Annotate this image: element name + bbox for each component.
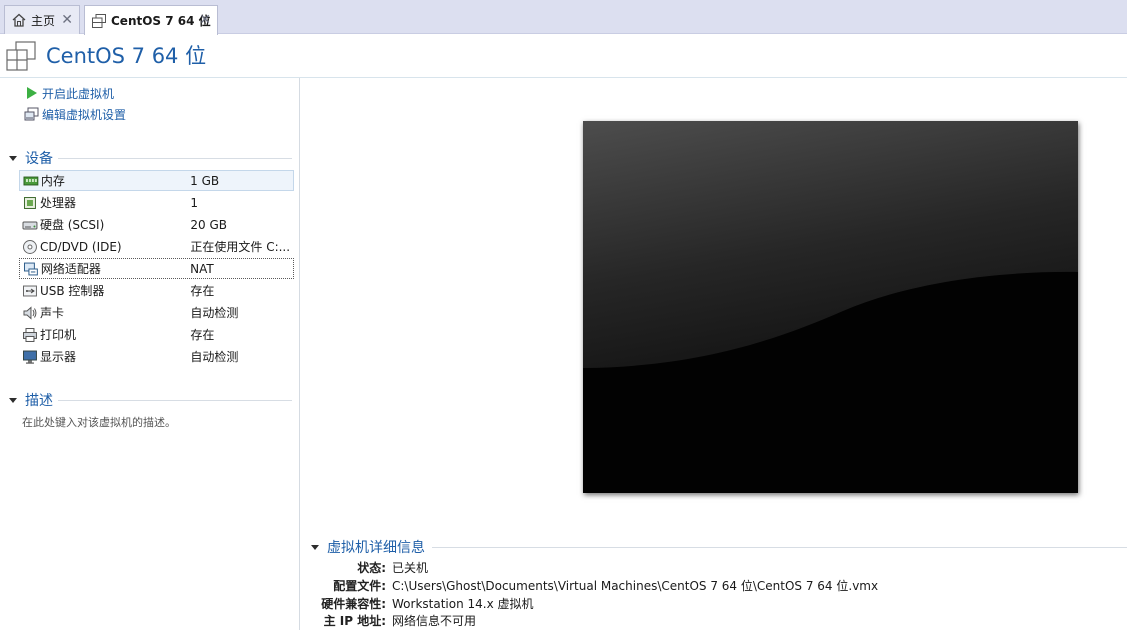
device-name: 网络适配器 <box>40 262 101 276</box>
collapse-triangle-icon <box>9 155 17 161</box>
page-title: CentOS 7 64 位 <box>46 44 207 68</box>
vm-large-icon <box>6 41 36 71</box>
device-value: NAT <box>190 261 214 276</box>
device-name: USB 控制器 <box>39 284 105 298</box>
detail-value: 网络信息不可用 <box>392 613 477 628</box>
detail-row-status: 状态: 已关机 <box>300 558 428 576</box>
cd-dvd-icon <box>22 239 37 254</box>
edit-settings-icon <box>24 107 39 121</box>
collapse-triangle-icon <box>9 397 17 403</box>
tab-bar: 主页 ✕ CentOS 7 64 位 ✕ <box>0 0 1127 35</box>
description-section-toggle[interactable]: 描述 <box>9 390 53 410</box>
usb-icon <box>22 285 37 296</box>
device-row-hard-disk[interactable]: 硬盘 (SCSI) 20 GB <box>19 214 294 235</box>
device-value: 20 GB <box>190 217 227 232</box>
device-name: 打印机 <box>39 328 76 342</box>
detail-row-config-file: 配置文件: C:\Users\Ghost\Documents\Virtual M… <box>300 576 878 594</box>
detail-key: 配置文件: <box>333 578 386 593</box>
home-icon <box>12 13 26 27</box>
device-row-cd-dvd[interactable]: CD/DVD (IDE) 正在使用文件 C:... <box>19 236 294 257</box>
device-value: 存在 <box>190 328 215 342</box>
devices-section-toggle[interactable]: 设备 <box>9 148 53 168</box>
description-input[interactable]: 在此处键入对该虚拟机的描述。 <box>22 414 176 430</box>
device-row-printer[interactable]: 打印机 存在 <box>19 324 294 345</box>
sound-card-icon <box>23 305 37 320</box>
device-name: 处理器 <box>39 196 76 210</box>
device-value: 自动检测 <box>190 306 239 320</box>
detail-value: 已关机 <box>392 560 429 575</box>
details-section-label: 虚拟机详细信息 <box>327 540 425 556</box>
processor-icon <box>23 196 36 209</box>
device-name: CD/DVD (IDE) <box>39 239 122 254</box>
detail-row-hardware-compat: 硬件兼容性: Workstation 14.x 虚拟机 <box>300 594 534 612</box>
detail-key: 状态: <box>357 560 386 575</box>
device-row-display[interactable]: 显示器 自动检测 <box>19 346 294 367</box>
section-divider <box>58 158 292 159</box>
device-name: 内存 <box>40 174 65 188</box>
vm-icon <box>92 13 106 28</box>
close-icon[interactable]: ✕ <box>61 12 73 28</box>
edit-settings-link[interactable]: 编辑虚拟机设置 <box>24 105 126 123</box>
tab-centos-label: CentOS 7 64 位 <box>111 14 211 28</box>
vm-header: CentOS 7 64 位 <box>0 34 1127 78</box>
device-row-usb[interactable]: USB 控制器 存在 <box>19 280 294 301</box>
device-row-network-adapter[interactable]: 网络适配器 NAT <box>19 258 294 279</box>
section-divider <box>432 547 1127 548</box>
device-value: 1 GB <box>190 173 220 188</box>
detail-row-ip-address: 主 IP 地址: 网络信息不可用 <box>300 611 476 629</box>
device-value: 1 <box>190 195 199 210</box>
device-name: 声卡 <box>39 306 64 320</box>
description-section-label: 描述 <box>25 393 53 409</box>
tab-home[interactable]: 主页 ✕ <box>4 5 80 34</box>
device-value: 自动检测 <box>190 350 239 364</box>
power-on-link[interactable]: 开启此虚拟机 <box>24 84 114 102</box>
edit-settings-label: 编辑虚拟机设置 <box>42 107 127 122</box>
detail-key: 主 IP 地址: <box>323 613 386 628</box>
device-name: 显示器 <box>39 350 76 364</box>
close-icon[interactable]: ✕ <box>199 12 211 28</box>
power-on-label: 开启此虚拟机 <box>42 86 115 101</box>
hard-disk-icon <box>22 221 38 229</box>
detail-value: C:\Users\Ghost\Documents\Virtual Machine… <box>392 578 879 593</box>
left-panel: 开启此虚拟机 编辑虚拟机设置 设备 内存 1 GB 处理器 1 硬盘 (SCSI… <box>0 78 300 630</box>
detail-value: Workstation 14.x 虚拟机 <box>392 596 534 611</box>
device-name: 硬盘 (SCSI) <box>39 218 105 232</box>
section-divider <box>58 400 292 401</box>
printer-icon <box>22 327 37 342</box>
detail-key: 硬件兼容性: <box>321 596 386 611</box>
tab-home-label: 主页 <box>31 13 56 28</box>
details-section-toggle[interactable]: 虚拟机详细信息 <box>311 537 425 557</box>
memory-icon <box>23 176 39 185</box>
power-on-icon <box>27 87 37 99</box>
devices-section-label: 设备 <box>25 151 53 167</box>
collapse-triangle-icon <box>311 544 319 550</box>
device-value: 存在 <box>190 284 215 298</box>
tab-centos[interactable]: CentOS 7 64 位 ✕ <box>84 5 218 35</box>
display-icon <box>22 350 37 364</box>
network-adapter-icon <box>23 262 38 275</box>
vm-preview-thumbnail[interactable] <box>583 121 1078 493</box>
device-row-memory[interactable]: 内存 1 GB <box>19 170 294 191</box>
device-row-processor[interactable]: 处理器 1 <box>19 192 294 213</box>
device-value: 正在使用文件 C:... <box>190 240 291 254</box>
device-row-sound-card[interactable]: 声卡 自动检测 <box>19 302 294 323</box>
